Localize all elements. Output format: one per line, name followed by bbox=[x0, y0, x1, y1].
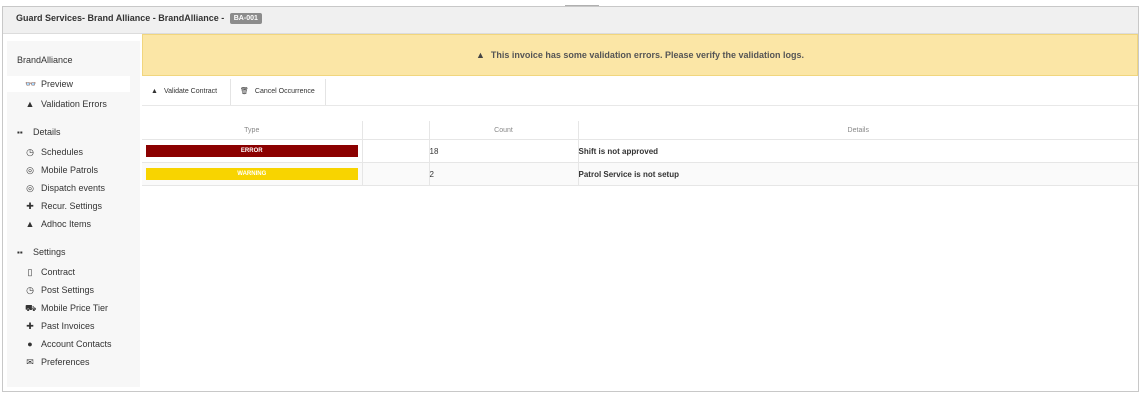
toolbar: ▲ Validate Contract 🗑 Cancel Occurrence bbox=[142, 79, 1138, 106]
sidebar-item-label: Dispatch events bbox=[41, 183, 106, 193]
sidebar-item-label: Recur. Settings bbox=[41, 201, 103, 211]
section-title: Details bbox=[33, 127, 61, 137]
type-cell: WARNING bbox=[142, 162, 363, 186]
sidebar-item-label: Mobile Patrols bbox=[41, 165, 99, 175]
type-cell: ERROR bbox=[142, 139, 363, 163]
button-label: Validate Contract bbox=[163, 88, 218, 95]
sidebar-item-label: Mobile Price Tier bbox=[41, 303, 109, 313]
sidebar-item-preview[interactable]: 👓 Preview bbox=[7, 76, 130, 92]
table-row[interactable]: ERROR 18 Shift is not approved bbox=[142, 139, 1138, 163]
sidebar-item-recur-settings[interactable]: ✚ Recur. Settings bbox=[7, 198, 130, 214]
sidebar-item-label: Schedules bbox=[41, 147, 84, 157]
sidebar-item-label: Past Invoices bbox=[41, 321, 95, 331]
trash-icon: 🗑 bbox=[240, 88, 249, 95]
sidebar-item-validation-errors[interactable]: ▲ Validation Errors bbox=[7, 96, 130, 112]
details-cell: Patrol Service is not setup bbox=[578, 162, 1138, 186]
contract-code-badge: BA-001 bbox=[229, 13, 262, 24]
warning-icon: ▲ bbox=[475, 50, 485, 60]
validation-alert: ▲ This invoice has some validation errors… bbox=[142, 34, 1138, 76]
sidebar-item-label: Preview bbox=[41, 79, 74, 89]
sidebar-item-account-contacts[interactable]: ● Account Contacts bbox=[7, 336, 130, 352]
column-header-type[interactable]: Type bbox=[142, 121, 363, 140]
blank-cell bbox=[362, 139, 430, 163]
sidebar-brand: BrandAlliance bbox=[17, 55, 73, 65]
grid-icon: ▪▪ bbox=[17, 248, 23, 257]
sidebar-item-label: Validation Errors bbox=[41, 99, 107, 109]
sidebar: BrandAlliance 👓 Preview ▲ Validation Err… bbox=[7, 41, 140, 387]
section-title: Settings bbox=[33, 247, 66, 257]
count-cell: 2 bbox=[429, 162, 579, 186]
sidebar-item-contract[interactable]: ▯ Contract bbox=[7, 264, 130, 280]
sidebar-section-details: ▪▪ Details bbox=[17, 127, 61, 137]
clock-icon: ◷ bbox=[26, 147, 34, 157]
error-badge: ERROR bbox=[146, 145, 358, 157]
sidebar-item-mobile-price-tier[interactable]: ⛟ Mobile Price Tier bbox=[7, 300, 130, 316]
warning-icon: ▲ bbox=[25, 99, 35, 109]
warning-badge: WARNING bbox=[146, 168, 358, 180]
column-header-count[interactable]: Count bbox=[429, 121, 579, 140]
envelope-icon: ✉ bbox=[26, 357, 34, 367]
sidebar-item-label: Preferences bbox=[41, 357, 90, 367]
sidebar-item-adhoc-items[interactable]: ▲ Adhoc Items bbox=[7, 216, 130, 232]
clock-icon: ◷ bbox=[26, 285, 34, 295]
window-title-text: Guard Services- Brand Alliance - BrandAl… bbox=[16, 13, 225, 23]
plus-icon: ✚ bbox=[26, 201, 34, 211]
car-icon: ⛟ bbox=[25, 303, 37, 313]
document-icon: ▯ bbox=[27, 267, 33, 277]
user-icon: ● bbox=[27, 339, 33, 349]
target-icon: ◎ bbox=[26, 165, 34, 175]
sidebar-section-settings: ▪▪ Settings bbox=[17, 247, 66, 257]
title-bar: Guard Services- Brand Alliance - BrandAl… bbox=[3, 7, 1138, 34]
grid-icon: ▪▪ bbox=[17, 128, 23, 137]
column-header-details[interactable]: Details bbox=[578, 121, 1138, 140]
count-cell: 18 bbox=[429, 139, 579, 163]
main-window: Guard Services- Brand Alliance - BrandAl… bbox=[2, 6, 1139, 392]
window-title: Guard Services- Brand Alliance - BrandAl… bbox=[16, 13, 262, 24]
blank-cell bbox=[362, 162, 430, 186]
sidebar-item-label: Post Settings bbox=[41, 285, 95, 295]
details-cell: Shift is not approved bbox=[578, 139, 1138, 163]
sidebar-item-mobile-patrols[interactable]: ◎ Mobile Patrols bbox=[7, 162, 130, 178]
warning-icon: ▲ bbox=[25, 219, 35, 229]
cancel-occurrence-button[interactable]: 🗑 Cancel Occurrence bbox=[231, 79, 326, 105]
target-icon: ◎ bbox=[26, 183, 34, 193]
glasses-icon: 👓 bbox=[25, 79, 37, 89]
sidebar-item-preferences[interactable]: ✉ Preferences bbox=[7, 354, 130, 370]
button-label: Cancel Occurrence bbox=[254, 88, 315, 95]
warning-icon: ▲ bbox=[151, 88, 158, 95]
sidebar-item-post-settings[interactable]: ◷ Post Settings bbox=[7, 282, 130, 298]
sidebar-item-dispatch-events[interactable]: ◎ Dispatch events bbox=[7, 180, 130, 196]
validate-contract-button[interactable]: ▲ Validate Contract bbox=[142, 79, 231, 105]
sidebar-item-label: Contract bbox=[41, 267, 76, 277]
sidebar-item-label: Account Contacts bbox=[41, 339, 112, 349]
table-row[interactable]: WARNING 2 Patrol Service is not setup bbox=[142, 162, 1138, 186]
plus-icon: ✚ bbox=[26, 321, 34, 331]
alert-message: This invoice has some validation errors.… bbox=[490, 50, 805, 60]
sidebar-item-past-invoices[interactable]: ✚ Past Invoices bbox=[7, 318, 130, 334]
validation-grid: Type Count Details ERROR 18 Shift is not… bbox=[142, 121, 1138, 186]
sidebar-item-schedules[interactable]: ◷ Schedules bbox=[7, 144, 130, 160]
sidebar-item-label: Adhoc Items bbox=[41, 219, 92, 229]
column-header-blank[interactable] bbox=[362, 121, 430, 140]
